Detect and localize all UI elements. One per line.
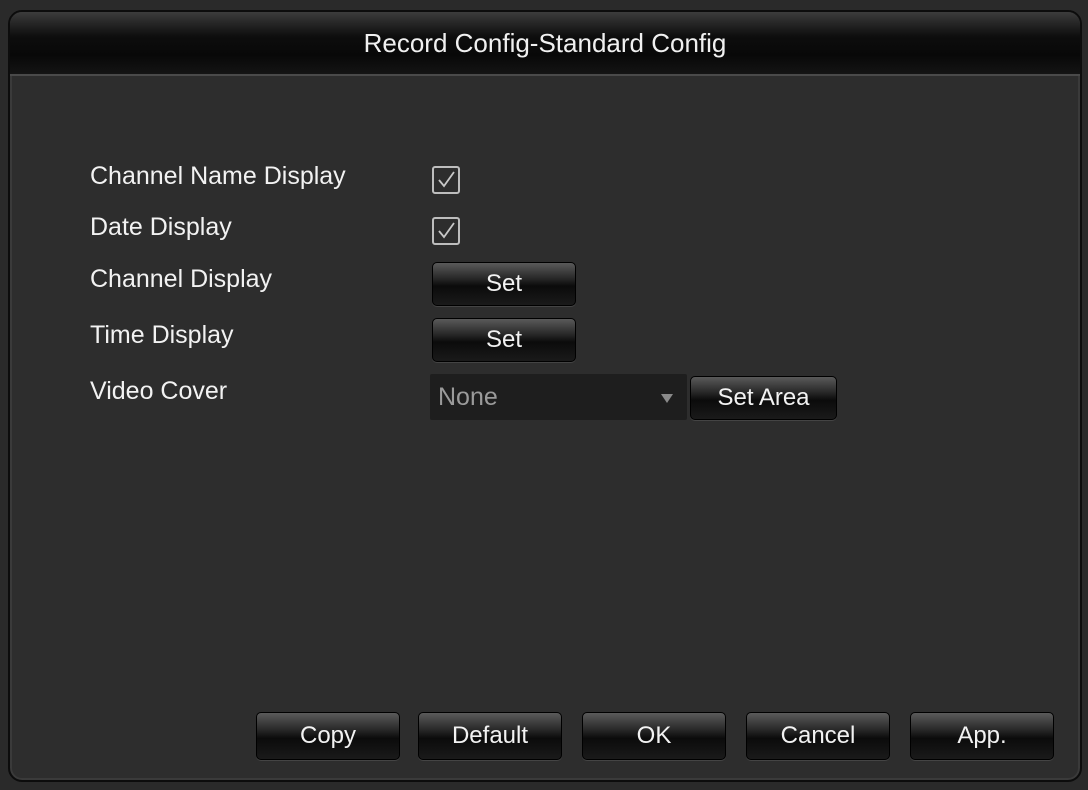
- cancel-button[interactable]: Cancel: [746, 712, 890, 760]
- set-area-button[interactable]: Set Area: [690, 376, 837, 420]
- title-bar: Record Config-Standard Config: [10, 12, 1080, 76]
- check-icon: [438, 222, 455, 239]
- dialog-title: Record Config-Standard Config: [363, 28, 727, 58]
- channel-display-label: Channel Display: [90, 265, 273, 293]
- channel-display-set-button[interactable]: Set: [432, 262, 576, 306]
- video-cover-select[interactable]: None: [430, 374, 687, 420]
- video-cover-label: Video Cover: [90, 377, 228, 405]
- copy-button[interactable]: Copy: [256, 712, 400, 760]
- channel-name-display-label: Channel Name Display: [90, 162, 346, 190]
- apply-button[interactable]: App.: [910, 712, 1054, 760]
- channel-name-display-checkbox[interactable]: [432, 166, 460, 194]
- default-button[interactable]: Default: [418, 712, 562, 760]
- time-display-set-button[interactable]: Set: [432, 318, 576, 362]
- video-cover-value: None: [438, 383, 498, 411]
- chevron-down-icon[interactable]: [661, 394, 673, 403]
- ok-button[interactable]: OK: [582, 712, 726, 760]
- date-display-checkbox[interactable]: [432, 217, 460, 245]
- check-icon: [438, 171, 455, 188]
- record-config-dialog: Record Config-Standard Config Channel Na…: [8, 10, 1082, 782]
- date-display-label: Date Display: [90, 213, 232, 241]
- time-display-label: Time Display: [90, 321, 234, 349]
